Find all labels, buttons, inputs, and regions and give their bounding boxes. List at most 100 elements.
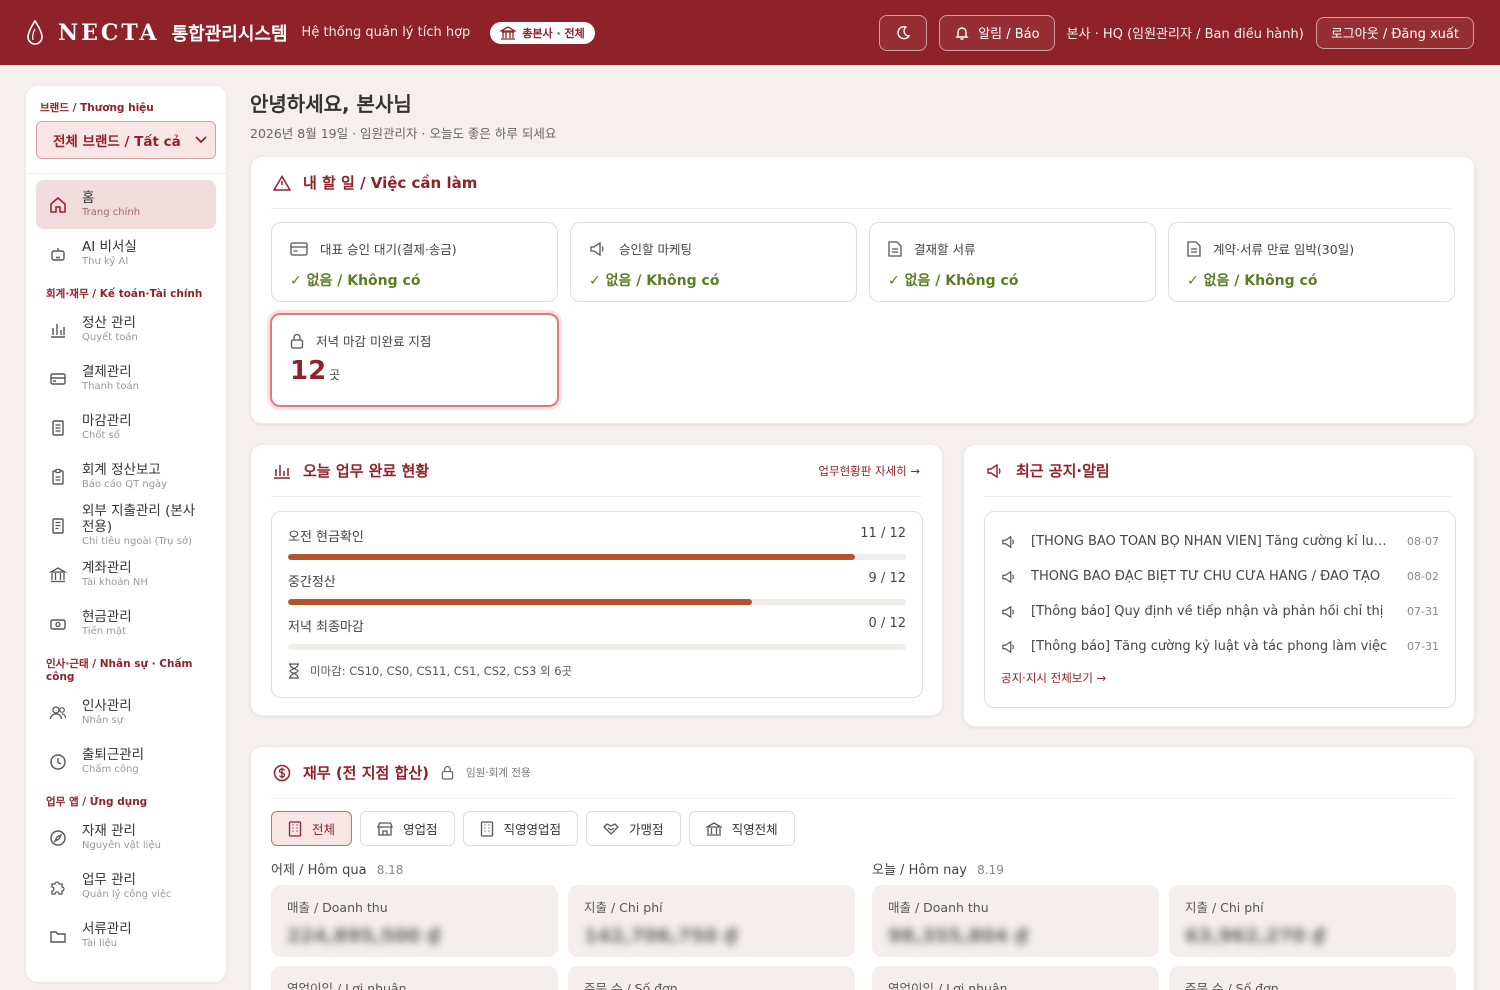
logo-text: NECTA (58, 19, 160, 46)
closing-alert-unit: 곳 (329, 368, 341, 382)
tab-direct-stores[interactable]: 직영영업점 (462, 811, 579, 846)
tab-direct-all[interactable]: 직영전체 (688, 811, 795, 846)
alert-button[interactable]: 알림 / Báo (939, 14, 1055, 51)
dark-mode-button[interactable] (879, 14, 928, 51)
metric-card: 영업이익 / Lợi nhuận (872, 966, 1159, 990)
metric-card: 매출 / Doanh thu 224,895,500 ₫ (271, 885, 558, 957)
progress-fill (288, 554, 855, 560)
closing-alert-item[interactable]: 저녁 마감 미완료 지점 12 곳 (270, 313, 559, 407)
progress-count: 11 / 12 (860, 526, 906, 541)
todo-card: 내 할 일 / Việc cần làm 대표 승인 대기(결제·송금) ✓ 없… (250, 156, 1475, 424)
logout-button[interactable]: 로그아웃 / Đăng xuất (1315, 16, 1474, 49)
todo-item[interactable]: 대표 승인 대기(결제·송금) ✓ 없음 / Không có (271, 222, 558, 302)
notices-card-header: 최근 공지·알림 (984, 445, 1454, 497)
sidebar-item-tasks[interactable]: 업무 관리 Quản lý công việc (36, 862, 216, 911)
megaphone-icon (590, 241, 604, 256)
todo-item-label: 승인할 마케팅 (619, 242, 692, 257)
tab-all[interactable]: 전체 (271, 811, 353, 846)
notice-text: [Thông báo] Quy định về tiếp nhận và phả… (1031, 604, 1384, 619)
sidebar-item-sub: Nhân sự (82, 715, 124, 726)
sidebar-divider (26, 173, 226, 174)
progress-box: 오전 현금확인 11 / 12 중간정산 9 / 12 저녁 최종마감 0 / 12 … (271, 511, 923, 698)
sidebar-item-label: AI 비서실 (82, 239, 137, 255)
tab-stores[interactable]: 영업점 (360, 811, 455, 846)
sidebar-item-closing[interactable]: 마감관리 Chốt sổ (36, 403, 216, 452)
metric-card: 영업이익 / Lợi nhuận (271, 966, 558, 990)
moon-icon (897, 25, 911, 39)
sidebar-item-sub: Thư ký AI (82, 256, 129, 267)
notice-text: THÔNG BÁO ĐẶC BIỆT TỪ CHỦ CỬA HÀNG / ĐÀO… (1031, 569, 1381, 584)
brand-select-value: 전체 브랜드 / Tất cả (53, 134, 181, 150)
sidebar-item-ai[interactable]: AI 비서실 Thư ký AI (36, 229, 216, 278)
sidebar-item-label: 서류관리 (82, 921, 132, 937)
progress-title: 오늘 업무 완료 현황 (303, 462, 430, 480)
notice-date: 08-02 (1407, 570, 1439, 583)
folder-icon (48, 926, 68, 946)
finance-lock-note: 임원·회계 전용 (465, 767, 531, 779)
notice-item[interactable]: [THÔNG BÁO TOÀN BỘ NHÂN VIÊN] Tăng cường… (1001, 524, 1439, 559)
metric-value: 98,355,804 ₫ (888, 925, 1029, 947)
sidebar-item-accounts[interactable]: 계좌관리 Tài khoản NH (36, 550, 216, 599)
sidebar-item-label: 업무 관리 (82, 872, 136, 888)
notices-box: [THÔNG BÁO TOÀN BỘ NHÂN VIÊN] Tăng cường… (984, 511, 1456, 708)
unfinished-branches: 미마감: CS10, CS0, CS11, CS1, CS2, CS3 외 6곳 (288, 663, 906, 679)
progress-track (288, 554, 906, 560)
megaphone-icon (987, 463, 1001, 478)
sidebar-item-hr[interactable]: 인사관리 Nhân sự (36, 688, 216, 737)
metric-label: 매출 / Doanh thu (888, 900, 989, 915)
todo-item-status: ✓ 없음 / Không có (1187, 273, 1318, 289)
todo-item-status: ✓ 없음 / Không có (589, 273, 720, 289)
sidebar-item-sub: Thanh toán (82, 381, 139, 392)
todo-item[interactable]: 계약·서류 만료 임박(30일) ✓ 없음 / Không có (1168, 222, 1455, 302)
notice-item[interactable]: [Thông báo] Tăng cường kỷ luật và tác ph… (1001, 629, 1439, 664)
home-icon (48, 195, 68, 215)
sidebar-item-label: 인사관리 (82, 698, 132, 714)
tab-label: 직영전체 (731, 822, 778, 837)
today-heading: 오늘 / Hôm nay 8.19 (872, 859, 1004, 878)
notice-item[interactable]: THÔNG BÁO ĐẶC BIỆT TỪ CHỦ CỬA HÀNG / ĐÀO… (1001, 559, 1439, 594)
megaphone-icon (1002, 570, 1014, 583)
hq-badge-label: 총본사 · 전체 (522, 26, 585, 40)
building-icon (288, 820, 302, 837)
todo-item[interactable]: 승인할 마케팅 ✓ 없음 / Không có (570, 222, 857, 302)
tab-franchise[interactable]: 가맹점 (586, 811, 681, 846)
metric-label: 지출 / Chi phí (584, 900, 663, 915)
sidebar-item-materials[interactable]: 자재 관리 Nguyên vật liệu (36, 813, 216, 862)
progress-label: 중간정산 (288, 575, 336, 590)
metric-label: 지출 / Chi phí (1185, 900, 1264, 915)
todo-item-label: 결재할 서류 (914, 242, 976, 257)
sidebar-item-documents[interactable]: 서류관리 Tài liệu (36, 911, 216, 960)
chevron-down-icon (195, 136, 207, 144)
tab-label: 직영영업점 (503, 822, 562, 837)
sidebar-item-external-expense[interactable]: 외부 지출관리 (본사전용) Chi tiêu ngoài (Trụ sở) (36, 501, 216, 550)
sidebar-item-home[interactable]: 홈 Trang chính (36, 180, 216, 229)
sidebar-item-sub: Chốt sổ (82, 430, 120, 441)
notice-item[interactable]: [Thông báo] Quy định về tiếp nhận và phả… (1001, 594, 1439, 629)
progress-detail-link[interactable]: 업무현황판 자세히 → (818, 463, 920, 479)
closing-alert-count: 12 곳 (290, 356, 539, 386)
brand-select[interactable]: 전체 브랜드 / Tất cả (36, 121, 216, 159)
sidebar-item-payment[interactable]: 결제관리 Thanh toán (36, 354, 216, 403)
todo-item[interactable]: 결재할 서류 ✓ 없음 / Không có (869, 222, 1156, 302)
sidebar-item-sub: Quản lý công việc (82, 889, 172, 900)
sidebar-item-cash[interactable]: 현금관리 Tiền mặt (36, 599, 216, 648)
users-icon (48, 703, 68, 723)
sidebar-item-label: 회계 정산보고 (82, 462, 161, 478)
sidebar-item-report[interactable]: 회계 정산보고 Báo cáo QT ngày (36, 452, 216, 501)
sidebar-item-label: 결제관리 (82, 364, 132, 380)
building-icon (480, 820, 493, 837)
progress-label: 저녁 최종마감 (288, 620, 364, 635)
lock-icon (441, 765, 454, 780)
progress-track (288, 644, 906, 650)
bank-icon (48, 565, 68, 585)
todo-title: 내 할 일 / Việc cần làm (303, 174, 478, 192)
progress-card-header: 오늘 업무 완료 현황 업무현황판 자세히 → (271, 445, 922, 497)
notices-all-link[interactable]: 공지·지시 전체보기 → (1001, 670, 1439, 686)
today-label: 오늘 / Hôm nay (872, 863, 967, 878)
sidebar-item-label: 현금관리 (82, 609, 132, 625)
sidebar-item-attendance[interactable]: 출퇴근관리 Chấm công (36, 737, 216, 786)
progress-label: 오전 현금확인 (288, 530, 364, 545)
yesterday-label: 어제 / Hôm qua (271, 863, 367, 878)
sidebar-item-settlement[interactable]: 정산 관리 Quyết toán (36, 305, 216, 354)
notice-text: [Thông báo] Tăng cường kỷ luật và tác ph… (1031, 639, 1388, 654)
